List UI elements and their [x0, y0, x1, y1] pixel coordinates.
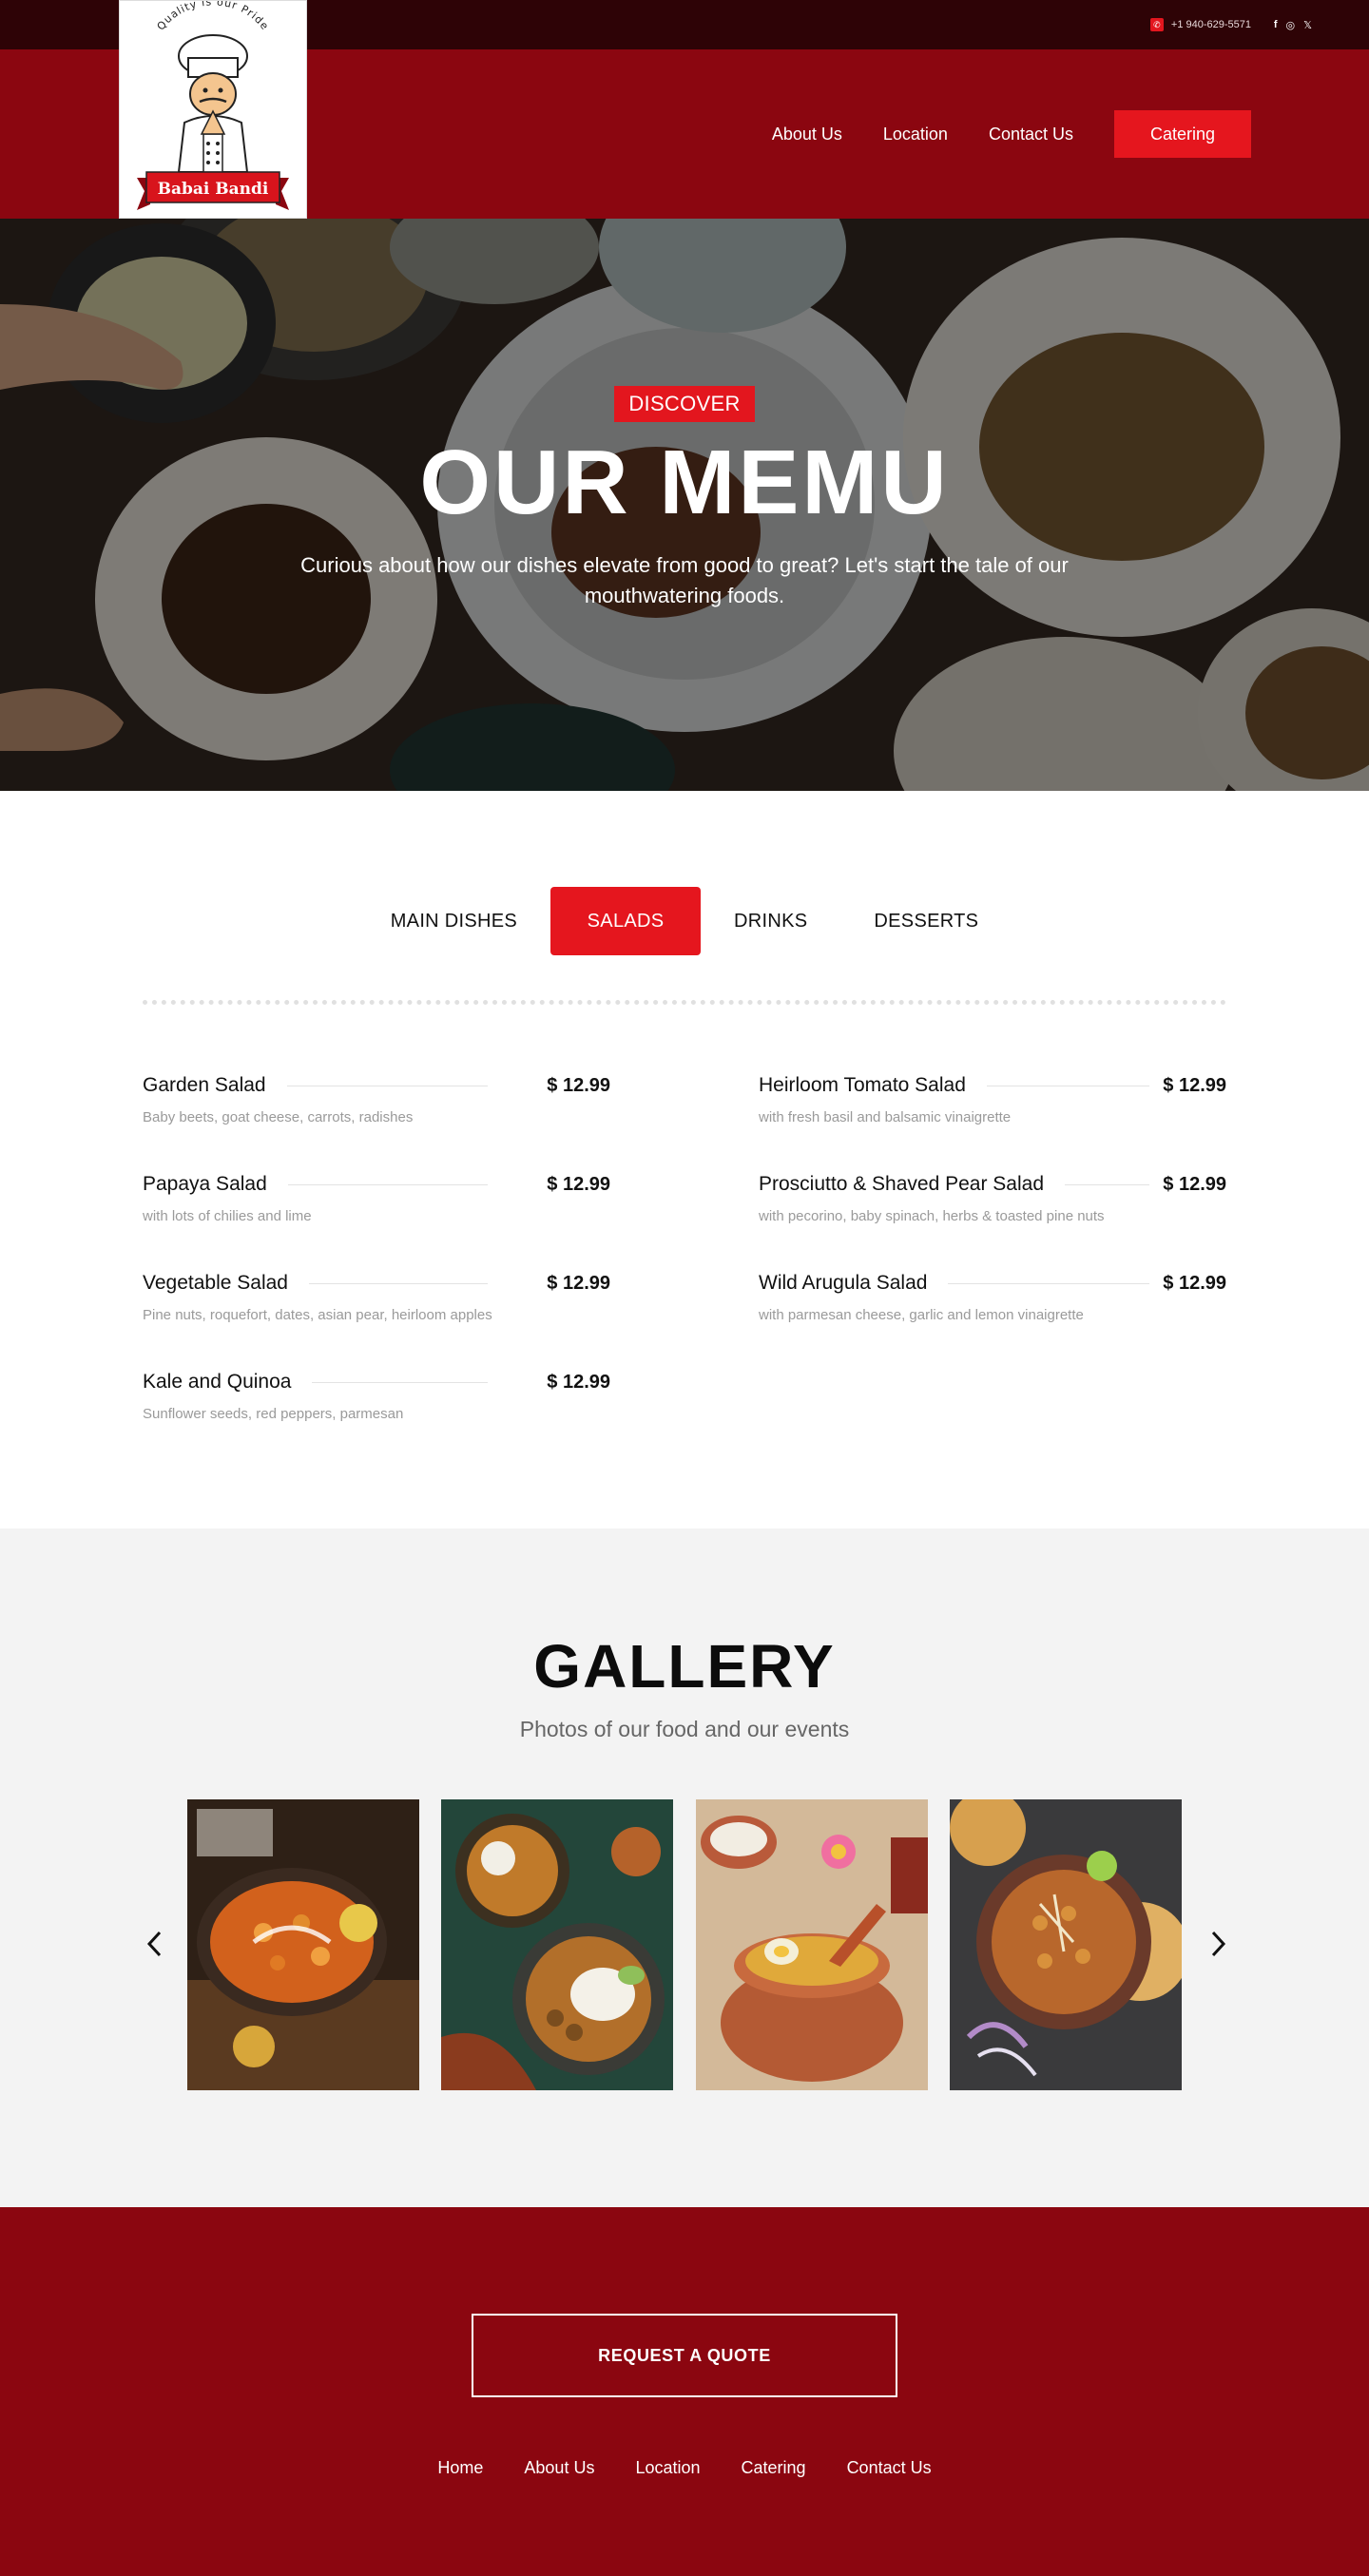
menu-item-description: Sunflower seeds, red peppers, parmesan	[143, 1406, 404, 1422]
menu-item-description: with parmesan cheese, garlic and lemon v…	[759, 1307, 1084, 1323]
gallery-photo-2[interactable]	[441, 1799, 673, 2090]
menu-item-description: Pine nuts, roquefort, dates, asian pear,…	[143, 1307, 492, 1323]
menu-item-name: Vegetable Salad	[143, 1272, 288, 1294]
menu-item-name: Heirloom Tomato Salad	[759, 1074, 966, 1096]
menu-item-price: $ 12.99	[547, 1173, 610, 1195]
logo-tagline: Quality is our Pride	[155, 1, 271, 32]
nav-location[interactable]: Location	[883, 125, 948, 144]
menu-item: Wild Arugula Salad $ 12.99 with parmesan…	[759, 1272, 1226, 1325]
menu-item: Vegetable Salad $ 12.99 Pine nuts, roque…	[143, 1272, 610, 1325]
menu-item-price: $ 12.99	[547, 1272, 610, 1294]
menu-item-description: with lots of chilies and lime	[143, 1208, 312, 1224]
footer-nav: Home About Us Location Catering Contact …	[0, 2458, 1369, 2478]
phone-number[interactable]: +1 940-629-5571	[1171, 19, 1251, 30]
menu-item-name: Kale and Quinoa	[143, 1371, 292, 1393]
nav-about-us[interactable]: About Us	[772, 125, 842, 144]
menu-item-price: $ 12.99	[547, 1371, 610, 1393]
menu-item-name: Wild Arugula Salad	[759, 1272, 928, 1294]
hero-section: DISCOVER OUR MEMU Curious about how our …	[0, 219, 1369, 791]
social-links: f ◎ 𝕏	[1274, 0, 1312, 49]
menu-tabs: MAIN DISHES SALADS DRINKS DESSERTS	[0, 887, 1369, 955]
menu-item: Papaya Salad $ 12.99 with lots of chilie…	[143, 1173, 610, 1226]
leader-line	[287, 1183, 489, 1185]
gallery-carousel	[0, 1799, 1369, 2090]
menu-item-price: $ 12.99	[1163, 1272, 1226, 1294]
gallery-photo-1[interactable]	[187, 1799, 419, 2090]
gallery-subtitle: Photos of our food and our events	[519, 1717, 850, 1741]
chevron-left-icon[interactable]	[141, 1925, 169, 1963]
tab-desserts[interactable]: DESSERTS	[840, 887, 1012, 955]
menu-item: Heirloom Tomato Salad $ 12.99 with fresh…	[759, 1074, 1226, 1127]
logo-brand: Babai Bandi	[158, 180, 269, 199]
catering-button[interactable]: Catering	[1114, 110, 1251, 158]
menu-item-price: $ 12.99	[1163, 1074, 1226, 1096]
footer-link-about-us[interactable]: About Us	[524, 2458, 594, 2478]
phone-icon: ✆	[1149, 18, 1164, 31]
svg-text:Quality is our Pride: Quality is our Pride	[155, 1, 272, 32]
nav-contact-us[interactable]: Contact Us	[989, 125, 1073, 144]
tab-main-dishes[interactable]: MAIN DISHES	[357, 887, 550, 955]
gallery-photo-3[interactable]	[696, 1799, 928, 2090]
menu-item-name: Garden Salad	[143, 1074, 266, 1096]
site-footer: REQUEST A QUOTE Home About Us Location C…	[0, 2207, 1369, 2576]
gallery-title: GALLERY	[533, 1632, 836, 1701]
menu-item: Garden Salad $ 12.99 Baby beets, goat ch…	[143, 1074, 610, 1127]
hero-badge: DISCOVER	[614, 386, 755, 422]
x-icon[interactable]: 𝕏	[1303, 19, 1312, 31]
tab-drinks[interactable]: DRINKS	[701, 887, 840, 955]
facebook-icon[interactable]: f	[1274, 19, 1278, 30]
menu-item-price: $ 12.99	[1163, 1173, 1226, 1195]
footer-link-home[interactable]: Home	[437, 2458, 483, 2478]
instagram-icon[interactable]: ◎	[1286, 19, 1296, 31]
logo[interactable]: Quality is our Pride Babai Bandi	[119, 0, 307, 219]
gallery-photo-4[interactable]	[950, 1799, 1182, 2090]
menu-item-description: Baby beets, goat cheese, carrots, radish…	[143, 1109, 414, 1125]
menu-section: MAIN DISHES SALADS DRINKS DESSERTS Garde…	[0, 791, 1369, 1528]
hero-subtitle: Curious about how our dishes elevate fro…	[300, 552, 1069, 607]
contact-info: ✆ +1 940-629-5571	[1149, 0, 1251, 49]
hero-content: DISCOVER OUR MEMU Curious about how our …	[0, 386, 1369, 611]
site-header: Quality is our Pride Babai Bandi About U…	[0, 0, 1369, 219]
leader-line	[1065, 1183, 1150, 1185]
dotted-divider	[143, 1000, 1226, 1005]
request-quote-button[interactable]: REQUEST A QUOTE	[472, 2314, 897, 2397]
leader-line	[312, 1381, 489, 1383]
menu-column-left: Garden Salad $ 12.99 Baby beets, goat ch…	[143, 1074, 610, 1470]
leader-line	[948, 1282, 1150, 1284]
gallery-section: GALLERY Photos of our food and our event…	[0, 1528, 1369, 2207]
chevron-right-icon[interactable]	[1204, 1925, 1232, 1963]
footer-link-contact-us[interactable]: Contact Us	[847, 2458, 932, 2478]
menu-item: Kale and Quinoa $ 12.99 Sunflower seeds,…	[143, 1371, 610, 1424]
chef-logo-icon: Quality is our Pride Babai Bandi	[137, 1, 289, 210]
menu-item-name: Prosciutto & Shaved Pear Salad	[759, 1173, 1045, 1195]
menu-column-right: Heirloom Tomato Salad $ 12.99 with fresh…	[759, 1074, 1226, 1371]
menu-item-description: with pecorino, baby spinach, herbs & toa…	[759, 1208, 1105, 1224]
menu-item: Prosciutto & Shaved Pear Salad $ 12.99 w…	[759, 1173, 1226, 1226]
menu-item-price: $ 12.99	[547, 1074, 610, 1096]
menu-item-name: Papaya Salad	[143, 1173, 267, 1195]
footer-link-catering[interactable]: Catering	[742, 2458, 806, 2478]
tab-salads[interactable]: SALADS	[550, 887, 702, 955]
footer-link-location[interactable]: Location	[635, 2458, 700, 2478]
main-nav: About Us Location Contact Us Catering	[731, 49, 1251, 219]
leader-line	[308, 1282, 489, 1284]
menu-item-description: with fresh basil and balsamic vinaigrett…	[759, 1109, 1012, 1125]
hero-title: OUR MEMU	[419, 432, 950, 533]
